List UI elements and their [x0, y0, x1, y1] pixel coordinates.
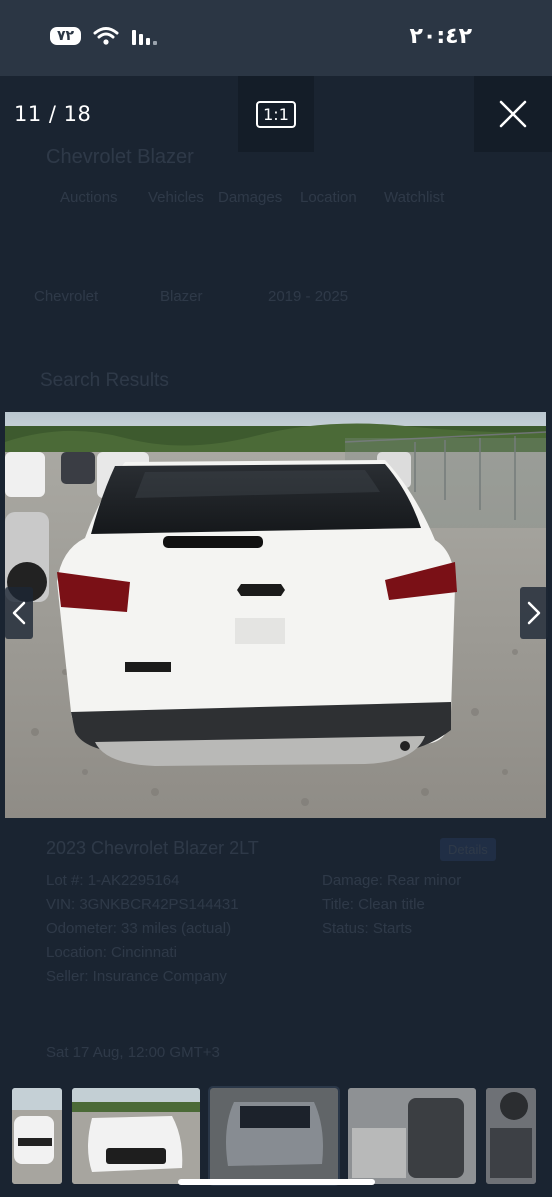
- thumbnail-strip: [12, 1086, 552, 1186]
- bg-detail: Location: Cincinnati: [46, 944, 177, 961]
- bg-detail: VIN: 3GNKBCR42PS144431: [46, 896, 239, 913]
- zoom-label: 1:1: [256, 100, 296, 128]
- thumbnail[interactable]: [486, 1088, 536, 1184]
- photo-viewer: Chevrolet Blazer Auctions Vehicles Damag…: [0, 76, 552, 1197]
- bg-detail: Title: Clean title: [322, 896, 425, 913]
- vehicle-rear-photo: [5, 412, 546, 818]
- thumbnail[interactable]: [72, 1088, 200, 1184]
- bg-footer-note: Sat 17 Aug, 12:00 GMT+3: [46, 1044, 220, 1061]
- thumbnail[interactable]: [348, 1088, 476, 1184]
- close-button[interactable]: [474, 76, 552, 152]
- status-bar: ٧٢ ٢٠:٤٢: [0, 0, 552, 76]
- chevron-right-icon: [527, 601, 541, 625]
- previous-photo-button[interactable]: [5, 587, 33, 639]
- bg-section: Search Results: [40, 370, 169, 391]
- bg-badge: Details: [440, 838, 496, 861]
- thumbnail-image: [486, 1088, 536, 1184]
- bg-detail: Seller: Insurance Company: [46, 968, 227, 985]
- bg-filter: Blazer: [160, 288, 203, 305]
- thumbnail-selected[interactable]: [208, 1086, 340, 1186]
- main-photo[interactable]: [5, 412, 546, 818]
- bg-filter: 2019 - 2025: [268, 288, 349, 305]
- bg-detail: Lot #: 1-AK2295164: [46, 872, 180, 889]
- thumbnail-image: [210, 1088, 338, 1184]
- home-indicator[interactable]: [178, 1179, 375, 1185]
- zoom-actual-size-button[interactable]: 1:1: [238, 76, 314, 152]
- bg-tab: Location: [300, 189, 357, 206]
- battery-indicator: ٧٢: [50, 27, 82, 45]
- close-icon: [499, 100, 527, 128]
- bg-detail: Damage: Rear minor: [322, 872, 462, 889]
- bg-tab: Watchlist: [384, 189, 445, 206]
- bg-detail: Status: Starts: [322, 920, 413, 937]
- bg-tab: Auctions: [60, 189, 118, 206]
- thumbnail-image: [72, 1088, 200, 1184]
- status-time: ٢٠:٤٢: [409, 24, 472, 49]
- wifi-icon: [93, 27, 119, 45]
- bg-listing-title: 2023 Chevrolet Blazer 2LT: [46, 838, 259, 858]
- bg-filter: Chevrolet: [34, 288, 99, 305]
- thumbnail-image: [12, 1088, 62, 1184]
- bg-tab: Vehicles: [148, 189, 204, 206]
- photo-counter: 11 / 18: [14, 102, 92, 126]
- signal-icon: [132, 30, 158, 45]
- viewer-toolbar: 11 / 18 1:1: [0, 76, 552, 154]
- status-icons: ٧٢: [50, 26, 158, 46]
- chevron-left-icon: [12, 601, 26, 625]
- thumbnail[interactable]: [12, 1088, 62, 1184]
- bg-tab: Damages: [218, 189, 283, 206]
- bg-detail: Odometer: 33 miles (actual): [46, 920, 232, 937]
- thumbnail-image: [348, 1088, 476, 1184]
- next-photo-button[interactable]: [520, 587, 548, 639]
